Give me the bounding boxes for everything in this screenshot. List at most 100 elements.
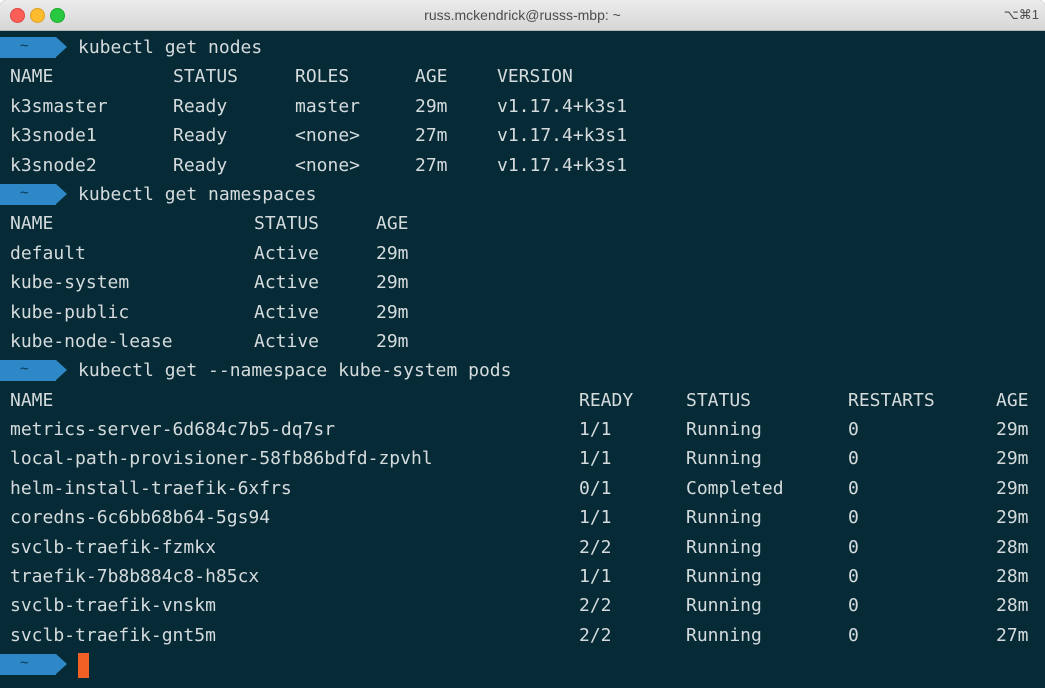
table-cell: <none>: [295, 154, 361, 176]
table-cell: 0: [848, 507, 859, 529]
terminal-output[interactable]: ~ kubectl get nodes NAME STATUS ROLES AG…: [0, 33, 1042, 680]
table-row: metrics-server-6d684c7b5-dq7sr 1/1 Runni…: [10, 415, 1042, 444]
table-cell: 29m: [996, 419, 1029, 441]
table-cell: svclb-traefik-vnskm: [10, 595, 216, 617]
table-cell: Active: [254, 301, 320, 323]
table-cell: 0: [848, 419, 859, 441]
table-cell: Running: [686, 507, 762, 529]
table-cell: 29m: [996, 477, 1029, 499]
pods-header: NAME READY STATUS RESTARTS AGE: [10, 386, 1042, 415]
table-cell: Ready: [173, 154, 228, 176]
table-cell: 29m: [376, 330, 409, 352]
table-row: kube-node-lease Active 29m: [10, 327, 1042, 356]
column-header: READY: [579, 389, 634, 411]
table-row: coredns-6c6bb68b64-5gs94 1/1 Running 0 2…: [10, 503, 1042, 532]
table-row: svclb-traefik-vnskm 2/2 Running 0 28m: [10, 591, 1042, 620]
prompt-badge: ~: [0, 360, 67, 382]
table-cell: 28m: [996, 566, 1029, 588]
table-cell: svclb-traefik-gnt5m: [10, 624, 216, 646]
table-cell: traefik-7b8b884c8-h85cx: [10, 566, 260, 588]
table-row: svclb-traefik-fzmkx 2/2 Running 0 28m: [10, 533, 1042, 562]
table-cell: 29m: [996, 448, 1029, 470]
table-cell: 29m: [996, 507, 1029, 529]
table-cell: kube-system: [10, 272, 130, 294]
table-cell: 1/1: [579, 566, 612, 588]
prompt-badge: ~: [0, 183, 67, 205]
table-cell: Running: [686, 624, 762, 646]
terminal-window: russ.mckendrick@russs-mbp: ~ ⌥⌘1 ~ kubec…: [0, 0, 1045, 688]
text-cursor[interactable]: [78, 653, 89, 679]
table-cell: master: [295, 95, 361, 117]
table-cell: 29m: [376, 272, 409, 294]
table-cell: Active: [254, 242, 320, 264]
table-cell: Running: [686, 566, 762, 588]
column-header: VERSION: [497, 66, 573, 88]
table-cell: k3snode1: [10, 125, 97, 147]
table-cell: 29m: [415, 95, 448, 117]
command-text: kubectl get nodes: [78, 37, 263, 58]
table-cell: v1.17.4+k3s1: [497, 154, 628, 176]
table-row: traefik-7b8b884c8-h85cx 1/1 Running 0 28…: [10, 562, 1042, 591]
table-cell: 28m: [996, 595, 1029, 617]
table-cell: 29m: [376, 242, 409, 264]
table-cell: local-path-provisioner-58fb86bdfd-zpvhl: [10, 448, 433, 470]
table-row: helm-install-traefik-6xfrs 0/1 Completed…: [10, 474, 1042, 503]
table-cell: 0: [848, 624, 859, 646]
namespaces-header: NAME STATUS AGE: [10, 209, 1042, 238]
table-cell: 0: [848, 448, 859, 470]
table-row: k3snode1 Ready <none> 27m v1.17.4+k3s1: [10, 121, 1042, 150]
table-cell: 1/1: [579, 419, 612, 441]
command-text: kubectl get --namespace kube-system pods: [78, 360, 512, 382]
table-cell: 2/2: [579, 595, 612, 617]
table-cell: <none>: [295, 125, 361, 147]
table-cell: 1/1: [579, 507, 612, 529]
prompt-badge: ~: [0, 654, 67, 676]
table-cell: 0: [848, 566, 859, 588]
table-cell: k3smaster: [10, 95, 108, 117]
column-header: STATUS: [686, 389, 752, 411]
table-row: local-path-provisioner-58fb86bdfd-zpvhl …: [10, 444, 1042, 473]
table-cell: Running: [686, 448, 762, 470]
table-cell: k3snode2: [10, 154, 97, 176]
table-cell: Active: [254, 272, 320, 294]
table-cell: 1/1: [579, 448, 612, 470]
table-cell: v1.17.4+k3s1: [497, 125, 628, 147]
table-cell: helm-install-traefik-6xfrs: [10, 477, 292, 499]
table-row: default Active 29m: [10, 239, 1042, 268]
table-cell: Active: [254, 330, 320, 352]
table-row: k3smaster Ready master 29m v1.17.4+k3s1: [10, 92, 1042, 121]
table-cell: 2/2: [579, 624, 612, 646]
table-cell: 27m: [415, 154, 448, 176]
table-cell: metrics-server-6d684c7b5-dq7sr: [10, 419, 336, 441]
table-cell: 0/1: [579, 477, 612, 499]
table-row: kube-system Active 29m: [10, 268, 1042, 297]
table-row: kube-public Active 29m: [10, 298, 1042, 327]
table-cell: svclb-traefik-fzmkx: [10, 536, 216, 558]
column-header: STATUS: [254, 213, 320, 235]
window-title: russ.mckendrick@russs-mbp: ~: [424, 7, 621, 23]
command-text: kubectl get namespaces: [78, 183, 317, 205]
column-header: NAME: [10, 66, 54, 88]
table-cell: kube-public: [10, 301, 130, 323]
table-cell: Ready: [173, 125, 228, 147]
table-cell: default: [10, 242, 86, 264]
table-cell: 27m: [996, 624, 1029, 646]
table-cell: 29m: [376, 301, 409, 323]
title-bar[interactable]: russ.mckendrick@russs-mbp: ~ ⌥⌘1: [0, 0, 1045, 31]
table-cell: Running: [686, 419, 762, 441]
column-header: NAME: [10, 389, 54, 411]
window-shortcut: ⌥⌘1: [1003, 7, 1039, 22]
column-header: AGE: [996, 389, 1029, 411]
prompt-line: ~ kubectl get nodes: [0, 33, 1042, 62]
table-cell: 2/2: [579, 536, 612, 558]
table-cell: Completed: [686, 477, 784, 499]
table-row: k3snode2 Ready <none> 27m v1.17.4+k3s1: [10, 151, 1042, 180]
table-cell: 27m: [415, 125, 448, 147]
table-cell: kube-node-lease: [10, 330, 173, 352]
prompt-line: ~ kubectl get namespaces: [0, 180, 1042, 209]
nodes-header: NAME STATUS ROLES AGE VERSION: [10, 62, 1042, 91]
column-header: AGE: [376, 213, 409, 235]
table-cell: Running: [686, 595, 762, 617]
table-cell: Running: [686, 536, 762, 558]
table-cell: Ready: [173, 95, 228, 117]
